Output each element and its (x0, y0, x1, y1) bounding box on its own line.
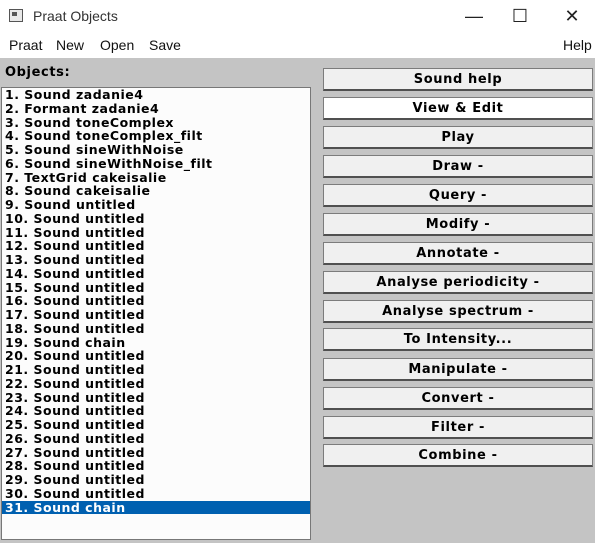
list-item[interactable]: 25. Sound untitled (2, 418, 310, 432)
list-item[interactable]: 4. Sound toneComplex_filt (2, 129, 310, 143)
close-button[interactable]: ✕ (549, 2, 595, 30)
objects-label: Objects: (5, 65, 71, 80)
list-item[interactable]: 6. Sound sineWithNoise_filt (2, 156, 310, 171)
sound-help-button[interactable]: Sound help (323, 68, 593, 91)
list-item[interactable]: 16. Sound untitled (2, 294, 310, 308)
menu-save[interactable]: Save (149, 37, 181, 53)
list-item[interactable]: 19. Sound chain (2, 335, 310, 350)
list-item[interactable]: 17. Sound untitled (2, 308, 310, 322)
menu-new[interactable]: New (56, 37, 84, 53)
list-item[interactable]: 10. Sound untitled (2, 211, 310, 226)
annotate-button[interactable]: Annotate - (323, 242, 593, 265)
list-item[interactable]: 15. Sound untitled (2, 280, 310, 295)
list-item[interactable]: 26. Sound untitled (2, 431, 310, 446)
to-intensity-button[interactable]: To Intensity... (323, 328, 593, 351)
list-item[interactable]: 8. Sound cakeisalie (2, 184, 310, 198)
list-item[interactable]: 14. Sound untitled (2, 266, 310, 281)
maximize-button[interactable]: ☐ (497, 2, 543, 30)
play-button[interactable]: Play (323, 126, 593, 149)
modify-button[interactable]: Modify - (323, 213, 593, 236)
query-button[interactable]: Query - (323, 184, 593, 207)
list-item[interactable]: 18. Sound untitled (2, 321, 310, 336)
convert-button[interactable]: Convert - (323, 387, 593, 410)
list-item[interactable]: 20. Sound untitled (2, 349, 310, 363)
list-item[interactable]: 22. Sound untitled (2, 376, 310, 391)
list-item[interactable]: 12. Sound untitled (2, 239, 310, 253)
combine-button[interactable]: Combine - (323, 444, 593, 467)
list-item[interactable]: 7. TextGrid cakeisalie (2, 170, 310, 185)
minimize-button[interactable]: — (451, 2, 497, 30)
list-item[interactable]: 3. Sound toneComplex (2, 115, 310, 130)
list-item[interactable]: 27. Sound untitled (2, 445, 310, 460)
list-item[interactable]: 21. Sound untitled (2, 363, 310, 377)
list-item[interactable]: 1. Sound zadanie4 (2, 88, 310, 102)
list-item-selected[interactable]: 31. Sound chain (2, 500, 310, 515)
window-title: Praat Objects (33, 8, 118, 24)
view-edit-button[interactable]: View & Edit (323, 97, 593, 120)
praat-app-icon (9, 9, 23, 22)
list-item[interactable]: 5. Sound sineWithNoise (2, 143, 310, 157)
menu-bar: Praat New Open Save Help (0, 32, 595, 58)
list-item[interactable]: 24. Sound untitled (2, 404, 310, 418)
list-item[interactable]: 30. Sound untitled (2, 486, 310, 501)
list-item[interactable]: 29. Sound untitled (2, 473, 310, 487)
analyse-spectrum-button[interactable]: Analyse spectrum - (323, 300, 593, 323)
objects-list[interactable]: 1. Sound zadanie4 2. Formant zadanie4 3. S… (1, 87, 311, 540)
title-bar: Praat Objects — ☐ ✕ (0, 0, 595, 32)
menu-help[interactable]: Help (563, 37, 592, 53)
list-item[interactable]: 11. Sound untitled (2, 225, 310, 240)
list-item[interactable]: 9. Sound untitled (2, 198, 310, 212)
list-item[interactable]: 28. Sound untitled (2, 459, 310, 473)
objects-panel: Objects: 1. Sound zadanie4 2. Formant zad… (0, 58, 595, 543)
list-item[interactable]: 2. Formant zadanie4 (2, 101, 310, 116)
manipulate-button[interactable]: Manipulate - (323, 358, 593, 381)
filter-button[interactable]: Filter - (323, 416, 593, 439)
menu-open[interactable]: Open (100, 37, 134, 53)
menu-praat[interactable]: Praat (9, 37, 42, 53)
list-item[interactable]: 23. Sound untitled (2, 390, 310, 405)
analyse-periodicity-button[interactable]: Analyse periodicity - (323, 271, 593, 294)
draw-button[interactable]: Draw - (323, 155, 593, 178)
list-item[interactable]: 13. Sound untitled (2, 253, 310, 267)
